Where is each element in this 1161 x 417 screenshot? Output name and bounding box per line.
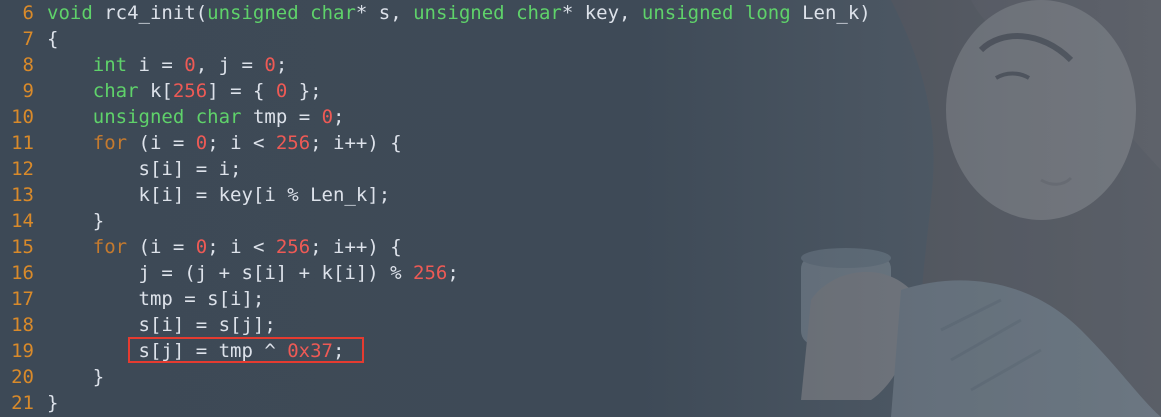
code-token: ; (332, 340, 345, 362)
code-token: unsigned (207, 2, 299, 24)
code-token: 256 (275, 132, 311, 154)
code-token: } (47, 210, 105, 232)
line-number: 9 (22, 80, 34, 102)
code-token: k[i] = key[i % Len_k]; (47, 184, 391, 206)
code-token: for (92, 236, 128, 258)
code-line[interactable]: 21} (0, 390, 871, 416)
code-line[interactable]: 9 char k[256] = { 0 }; (0, 78, 871, 104)
code-token: (i = (127, 236, 196, 258)
code-token: ; i++) { (310, 236, 402, 258)
code-token: k[ (138, 80, 173, 102)
code-token: 256 (172, 80, 208, 102)
code-line[interactable]: 7{ (0, 26, 871, 52)
code-token: void (47, 2, 93, 24)
code-token: s[i] = i; (47, 158, 242, 180)
code-token: * s, (355, 2, 414, 24)
code-token: char (516, 2, 562, 24)
line-number: 11 (11, 132, 34, 154)
code-token: unsigned (92, 106, 185, 128)
code-token: }; (287, 80, 322, 102)
code-token: tmp = s[i]; (47, 288, 265, 310)
code-token: { (47, 28, 59, 50)
code-token: char (92, 80, 139, 102)
line-number: 6 (22, 2, 34, 24)
code-token: unsigned (641, 2, 734, 24)
code-line[interactable]: 20 } (0, 364, 871, 390)
code-token: 0 (275, 80, 288, 102)
code-token: 0 (195, 236, 208, 258)
code-token: j = (j + s[i] + k[i]) % (47, 262, 414, 284)
code-token: for (92, 132, 128, 154)
code-token: rc4_init( (92, 2, 208, 24)
line-number: 18 (11, 314, 34, 336)
code-token: ; i < (207, 132, 276, 154)
code-line[interactable]: 16 j = (j + s[i] + k[i]) % 256; (0, 260, 871, 286)
line-number: 19 (11, 340, 34, 362)
code-token: 0 (184, 54, 196, 76)
code-token: ; (333, 106, 345, 128)
code-token: s[j] = tmp ^ (47, 340, 288, 362)
code-editor[interactable]: 6 void rc4_init(unsigned char* s, unsigne… (0, 0, 1161, 417)
code-token: 256 (413, 262, 448, 284)
code-line[interactable]: 6 void rc4_init(unsigned char* s, unsigne… (0, 0, 871, 26)
code-token: * key, (561, 2, 642, 24)
code-line[interactable]: 17 tmp = s[i]; (0, 286, 871, 312)
code-line[interactable]: 11 for (i = 0; i < 256; i++) { (0, 130, 871, 156)
code-token: long (744, 2, 791, 24)
code-token: , j = (195, 54, 265, 76)
line-number: 21 (11, 392, 34, 414)
code-token: unsigned (413, 2, 505, 24)
code-token: (i = (127, 132, 196, 154)
line-number: 15 (11, 236, 34, 258)
code-line[interactable]: 10 unsigned char tmp = 0; (0, 104, 871, 130)
code-token: ; i < (207, 236, 276, 258)
code-line[interactable]: 15 for (i = 0; i < 256; i++) { (0, 234, 871, 260)
code-lines[interactable]: 6 void rc4_init(unsigned char* s, unsigne… (0, 0, 871, 416)
line-number: 7 (22, 28, 34, 50)
code-token: Len_k) (790, 2, 871, 24)
code-token: 0 (321, 106, 334, 128)
code-token: ; (275, 54, 288, 76)
code-token: ; i++) { (310, 132, 402, 154)
code-line[interactable]: 19 s[j] = tmp ^ 0x37; (0, 338, 871, 364)
code-token: char (195, 106, 242, 128)
code-line[interactable]: 12 s[i] = i; (0, 156, 871, 182)
code-token: } (47, 366, 105, 388)
code-line[interactable]: 18 s[i] = s[j]; (0, 312, 871, 338)
code-line[interactable]: 8 int i = 0, j = 0; (0, 52, 871, 78)
line-number: 20 (11, 366, 34, 388)
code-token: 0 (195, 132, 208, 154)
line-number: 16 (11, 262, 34, 284)
line-number: 10 (11, 106, 34, 128)
line-number: 12 (11, 158, 34, 180)
code-token: s[i] = s[j]; (47, 314, 276, 336)
code-token: 0x37 (287, 340, 333, 362)
code-token: ] = { (207, 80, 276, 102)
line-number: 14 (11, 210, 34, 232)
code-token: int (92, 54, 128, 76)
code-token: } (47, 392, 59, 414)
code-line[interactable]: 13 k[i] = key[i % Len_k]; (0, 182, 871, 208)
line-number: 17 (11, 288, 34, 310)
code-token: 256 (275, 236, 311, 258)
code-token: 0 (264, 54, 276, 76)
code-token: tmp = (241, 106, 322, 128)
line-number: 8 (22, 54, 34, 76)
line-number: 13 (11, 184, 34, 206)
code-token: char (310, 2, 356, 24)
code-token: ; (447, 262, 459, 284)
code-line[interactable]: 14 } (0, 208, 871, 234)
code-token: i = (127, 54, 185, 76)
